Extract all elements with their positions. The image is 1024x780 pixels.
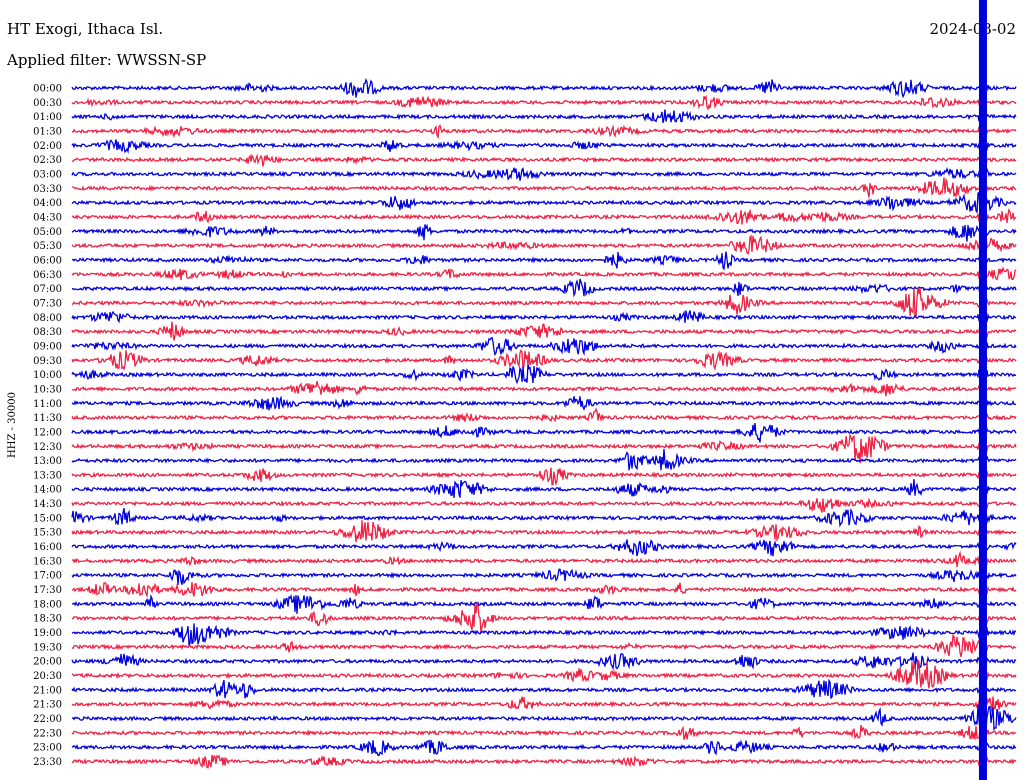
- row-time-label: 14:00: [33, 485, 62, 496]
- row-time-label: 23:30: [33, 757, 62, 768]
- trace-row: [71, 251, 1017, 271]
- trace-row: [71, 536, 1017, 557]
- row-time-label: 01:00: [33, 112, 62, 123]
- trace-row: [71, 278, 1017, 298]
- trace-row: [71, 407, 1017, 423]
- row-time-label: 00:00: [33, 84, 62, 95]
- event-column: [978, 0, 987, 780]
- trace-row: [71, 91, 1017, 111]
- trace-row: [71, 479, 1017, 499]
- trace-row: [71, 496, 1017, 513]
- trace-row: [71, 138, 1017, 154]
- trace-row: [71, 602, 1016, 634]
- row-time-label: 19:30: [33, 642, 62, 653]
- trace-row: [71, 633, 1017, 657]
- row-time-label: 22:30: [33, 728, 62, 739]
- row-time-label: 12:00: [33, 427, 62, 438]
- trace-row: [71, 336, 1017, 357]
- trace-row: [71, 448, 1017, 471]
- row-time-label: 17:30: [33, 585, 62, 596]
- trace-row: [71, 221, 1017, 242]
- trace-row: [71, 233, 1017, 256]
- trace-row: [71, 375, 1017, 397]
- row-time-label: 04:00: [33, 198, 62, 209]
- row-time-label: 10:00: [33, 370, 62, 381]
- trace-row: [71, 550, 1017, 574]
- trace-row: [71, 432, 1017, 464]
- trace-row: [71, 568, 1017, 586]
- trace-row: [71, 719, 1016, 740]
- row-time-label: 21:30: [33, 700, 62, 711]
- trace-group: [71, 0, 1017, 780]
- row-time-label: 22:00: [33, 714, 62, 725]
- row-time-label: 02:30: [33, 155, 62, 166]
- trace-row: [71, 581, 1017, 598]
- row-time-label: 00:30: [33, 98, 62, 109]
- trace-row: [71, 754, 1017, 769]
- trace-row: [71, 153, 1017, 168]
- row-time-label: 07:00: [33, 284, 62, 295]
- row-time-label: 14:30: [33, 499, 62, 510]
- row-time-label: 20:30: [33, 671, 62, 682]
- row-time-label: 16:00: [33, 542, 62, 553]
- row-time-label: 11:30: [33, 413, 62, 424]
- row-time-label: 02:00: [33, 141, 62, 152]
- row-time-label: 08:00: [33, 313, 62, 324]
- trace-row: [71, 364, 1017, 385]
- trace-row: [71, 692, 1017, 715]
- trace-row: [71, 266, 1017, 281]
- row-time-label: 18:30: [33, 614, 62, 625]
- row-time-label: 07:30: [33, 298, 62, 309]
- trace-row: [71, 467, 1017, 487]
- row-time-label: 03:30: [33, 184, 62, 195]
- trace-row: [71, 507, 1017, 528]
- row-time-label: 09:00: [33, 341, 62, 352]
- trace-row: [71, 208, 1017, 225]
- trace-row: [71, 163, 1017, 181]
- trace-row: [71, 738, 1017, 757]
- trace-row: [71, 177, 1017, 199]
- row-time-label: 09:30: [33, 356, 62, 367]
- row-time-label: 17:00: [33, 571, 62, 582]
- trace-row: [71, 395, 1017, 413]
- trace-row: [71, 348, 1017, 371]
- row-time-label: 20:00: [33, 657, 62, 668]
- trace-row: [71, 321, 1017, 341]
- helicorder-plot: 00:00 00:30 01:00 01:30 02:00 02:30 03:00 03:30…: [7, 0, 1017, 780]
- row-time-label: 15:30: [33, 528, 62, 539]
- row-time-label: 10:30: [33, 384, 62, 395]
- row-time-label: 15:00: [33, 513, 62, 524]
- row-time-label: 06:30: [33, 270, 62, 281]
- trace-row: [71, 651, 1017, 671]
- row-time-label: 18:00: [33, 599, 62, 610]
- row-time-label: 01:30: [33, 126, 62, 137]
- row-time-label: 05:30: [33, 241, 62, 252]
- row-time-label: 03:00: [33, 169, 62, 180]
- row-time-label: 23:00: [33, 743, 62, 754]
- row-time-label: 21:00: [33, 685, 62, 696]
- row-time-label: 13:30: [33, 470, 62, 481]
- trace-row: [71, 77, 1017, 100]
- trace-row: [71, 287, 1017, 319]
- row-time-label: 13:00: [33, 456, 62, 467]
- trace-row: [71, 520, 1017, 543]
- row-time-label: 06:00: [33, 255, 62, 266]
- trace-row: [71, 188, 1017, 219]
- row-time-label: 04:30: [33, 212, 62, 223]
- trace-row: [71, 123, 1017, 140]
- row-time-label: 05:00: [33, 227, 62, 238]
- time-label-group: 00:00 00:30 01:00 01:30 02:00 02:30 03:00 03:30…: [33, 84, 62, 769]
- trace-row: [71, 678, 1017, 700]
- row-time-label: 08:30: [33, 327, 62, 338]
- row-time-label: 19:00: [33, 628, 62, 639]
- trace-row: [71, 623, 1017, 648]
- y-axis-label: HHZ - 30000: [7, 392, 18, 458]
- row-time-label: 11:00: [33, 399, 62, 410]
- row-time-label: 12:30: [33, 442, 62, 453]
- trace-row: [71, 109, 1017, 127]
- row-time-label: 16:30: [33, 556, 62, 567]
- trace-row: [72, 593, 1017, 614]
